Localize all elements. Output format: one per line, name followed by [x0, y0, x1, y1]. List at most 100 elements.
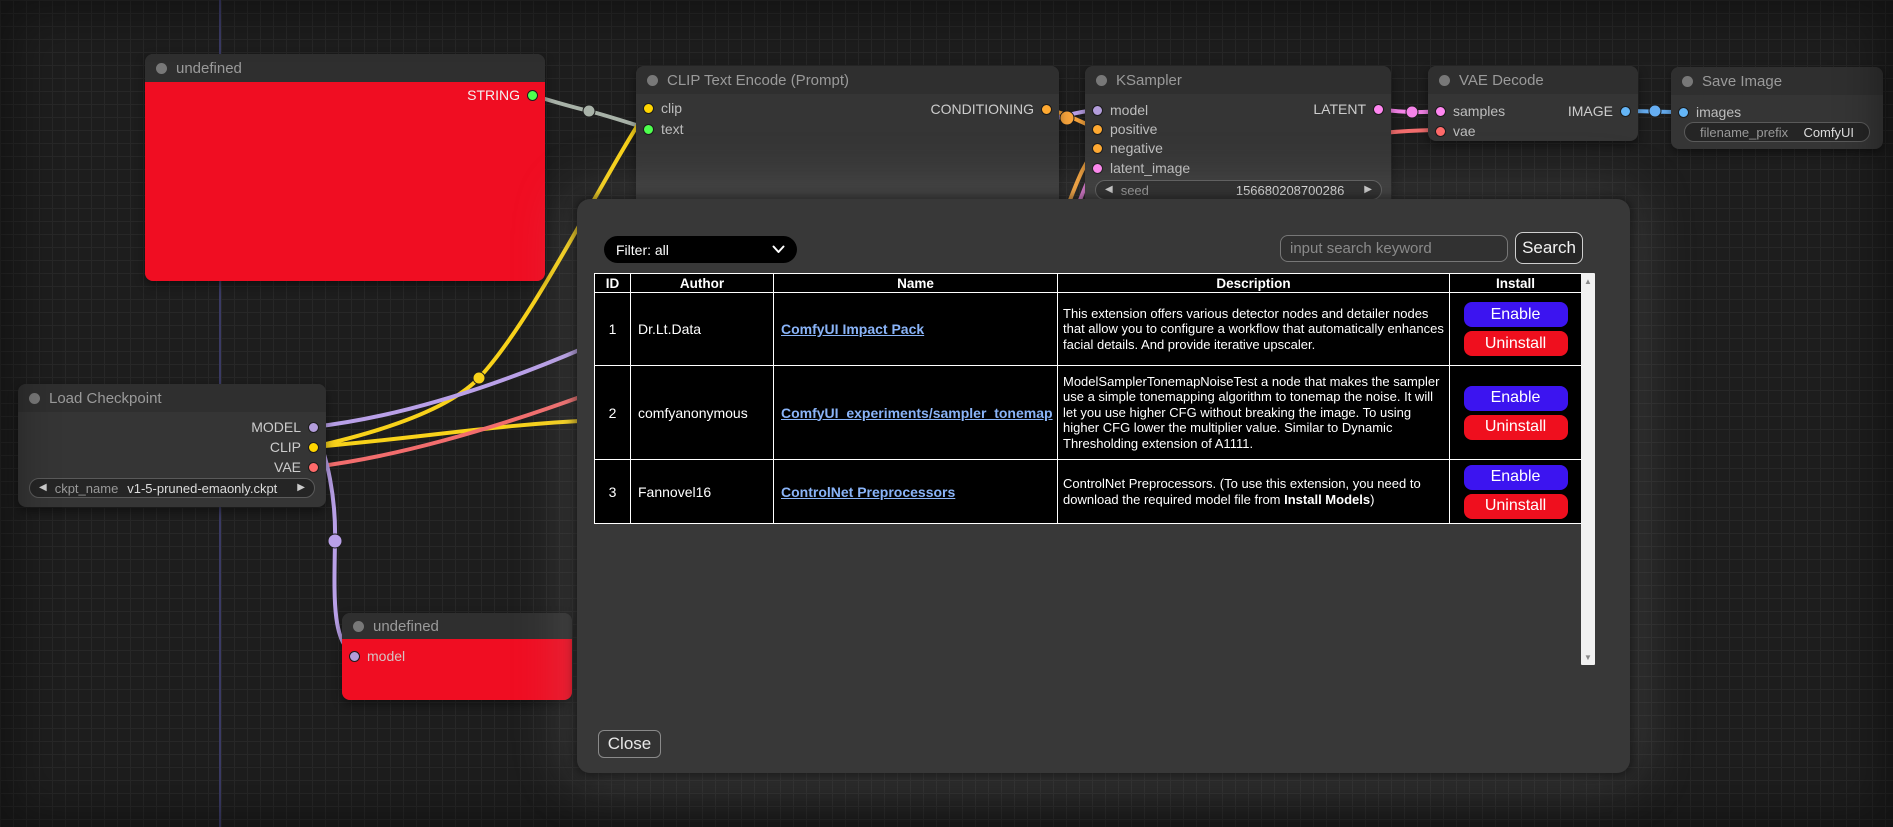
search-button[interactable]: Search — [1515, 232, 1583, 264]
slot-dot-model[interactable] — [349, 651, 360, 662]
header-name: Name — [774, 274, 1058, 293]
input-slot-images[interactable]: images — [1678, 103, 1741, 121]
node-collapse-dot[interactable] — [1096, 75, 1107, 86]
table-row: 3 Fannovel16 ControlNet Preprocessors Co… — [595, 460, 1582, 524]
output-slot-model[interactable]: MODEL — [251, 418, 319, 436]
slot-dot-vae-out[interactable] — [308, 462, 319, 473]
cell-description: ModelSamplerTonemapNoiseTest a node that… — [1058, 366, 1450, 460]
input-slot-latent-image[interactable]: latent_image — [1092, 159, 1190, 177]
extension-link[interactable]: ComfyUI Impact Pack — [781, 321, 924, 337]
node-collapse-dot[interactable] — [156, 63, 167, 74]
reroute-dot-image — [1649, 105, 1661, 117]
extension-link[interactable]: ControlNet Preprocessors — [781, 484, 955, 500]
reroute-dot-string — [583, 105, 595, 117]
node-collapse-dot[interactable] — [647, 75, 658, 86]
scroll-down-icon[interactable]: ▼ — [1581, 650, 1595, 664]
node-load-checkpoint[interactable]: Load Checkpoint MODEL CLIP VAE ◀ ckpt_na… — [18, 384, 326, 507]
node-undefined-top[interactable]: undefined STRING — [145, 54, 545, 281]
node-title: CLIP Text Encode (Prompt) — [667, 72, 849, 89]
widget-value[interactable]: ComfyUI — [1803, 125, 1854, 140]
slot-dot-latent-image[interactable] — [1092, 163, 1103, 174]
node-title: Load Checkpoint — [49, 390, 162, 407]
node-collapse-dot[interactable] — [353, 621, 364, 632]
cell-description: This extension offers various detector n… — [1058, 293, 1450, 366]
slot-dot-conditioning[interactable] — [1041, 104, 1052, 115]
slot-dot-clip[interactable] — [643, 103, 654, 114]
ckpt-decrement-arrow[interactable]: ◀ — [39, 483, 47, 493]
slot-dot-vae[interactable] — [1435, 126, 1446, 137]
input-slot-samples[interactable]: samples — [1435, 102, 1505, 120]
output-slot-conditioning[interactable]: CONDITIONING — [931, 100, 1052, 118]
search-input[interactable] — [1280, 235, 1508, 262]
slot-dot-string[interactable] — [527, 90, 538, 101]
cell-author: Dr.Lt.Data — [631, 293, 774, 366]
seed-increment-arrow[interactable]: ▶ — [1364, 185, 1372, 195]
node-title-bar[interactable]: Load Checkpoint — [18, 384, 326, 412]
table-row: 1 Dr.Lt.Data ComfyUI Impact Pack This ex… — [595, 293, 1582, 366]
node-title-bar[interactable]: Save Image — [1671, 67, 1883, 95]
slot-dot-text[interactable] — [643, 124, 654, 135]
node-title-bar[interactable]: undefined — [145, 54, 545, 82]
uninstall-button[interactable]: Uninstall — [1464, 494, 1568, 519]
scroll-up-icon[interactable]: ▲ — [1581, 274, 1595, 288]
cell-author: comfyanonymous — [631, 366, 774, 460]
node-title-bar[interactable]: KSampler — [1085, 66, 1391, 94]
slot-dot-negative[interactable] — [1092, 143, 1103, 154]
output-slot-latent[interactable]: LATENT — [1313, 100, 1384, 118]
input-slot-text[interactable]: text — [643, 120, 684, 138]
reroute-dot-model — [328, 534, 342, 548]
input-slot-negative[interactable]: negative — [1092, 139, 1163, 157]
slot-dot-positive[interactable] — [1092, 124, 1103, 135]
node-title-bar[interactable]: VAE Decode — [1428, 66, 1638, 94]
node-save-image[interactable]: Save Image images filename_prefix ComfyU… — [1671, 67, 1883, 149]
slot-dot-image[interactable] — [1620, 106, 1631, 117]
enable-button[interactable]: Enable — [1464, 465, 1568, 490]
node-collapse-dot[interactable] — [29, 393, 40, 404]
input-slot-vae[interactable]: vae — [1435, 122, 1476, 140]
header-install: Install — [1450, 274, 1582, 293]
close-button[interactable]: Close — [598, 730, 661, 758]
input-slot-model[interactable]: model — [349, 647, 405, 665]
ckpt-name-widget[interactable]: ◀ ckpt_name v1-5-pruned-emaonly.ckpt ▶ — [29, 478, 315, 498]
enable-button[interactable]: Enable — [1464, 302, 1568, 327]
ckpt-increment-arrow[interactable]: ▶ — [297, 483, 305, 493]
header-id: ID — [595, 274, 631, 293]
slot-dot-images[interactable] — [1678, 107, 1689, 118]
input-slot-positive[interactable]: positive — [1092, 120, 1157, 138]
output-slot-clip[interactable]: CLIP — [270, 438, 319, 456]
slot-dot-model[interactable] — [1092, 105, 1103, 116]
widget-value[interactable]: v1-5-pruned-emaonly.ckpt — [127, 481, 277, 496]
uninstall-button[interactable]: Uninstall — [1464, 415, 1568, 440]
output-slot-vae[interactable]: VAE — [274, 458, 319, 476]
node-undefined-bottom[interactable]: undefined model — [342, 613, 572, 700]
node-collapse-dot[interactable] — [1439, 75, 1450, 86]
node-ksampler[interactable]: KSampler model positive negative latent_… — [1085, 66, 1391, 206]
input-slot-model[interactable]: model — [1092, 101, 1148, 119]
seed-decrement-arrow[interactable]: ◀ — [1105, 185, 1113, 195]
seed-widget[interactable]: ◀ seed 156680208700286 ▶ — [1095, 180, 1382, 200]
filter-select[interactable]: Filter: all — [604, 236, 797, 263]
slot-dot-samples[interactable] — [1435, 106, 1446, 117]
slot-dot-clip-out[interactable] — [308, 442, 319, 453]
extension-link[interactable]: ComfyUI_experiments/sampler_tonemap — [781, 405, 1053, 421]
table-scrollbar[interactable]: ▲ ▼ — [1581, 273, 1595, 665]
cell-id: 1 — [595, 293, 631, 366]
reroute-dot-conditioning — [1060, 111, 1074, 125]
node-error-body — [145, 82, 545, 281]
enable-button[interactable]: Enable — [1464, 386, 1568, 411]
filename-prefix-widget[interactable]: filename_prefix ComfyUI — [1684, 122, 1870, 142]
comfyui-canvas[interactable]: undefined STRING CLIP Text Encode (Promp… — [0, 0, 1893, 827]
node-collapse-dot[interactable] — [1682, 76, 1693, 87]
input-slot-clip[interactable]: clip — [643, 99, 682, 117]
slot-dot-latent[interactable] — [1373, 104, 1384, 115]
node-title-bar[interactable]: undefined — [342, 613, 572, 639]
output-slot-image[interactable]: IMAGE — [1568, 102, 1631, 120]
slot-dot-model-out[interactable] — [308, 422, 319, 433]
node-vae-decode[interactable]: VAE Decode samples vae IMAGE — [1428, 66, 1638, 141]
seed-widget-value[interactable]: 156680208700286 — [1236, 183, 1344, 198]
node-title-bar[interactable]: CLIP Text Encode (Prompt) — [636, 66, 1059, 94]
cell-id: 3 — [595, 460, 631, 524]
uninstall-button[interactable]: Uninstall — [1464, 331, 1568, 356]
reroute-dot-latent — [1406, 106, 1418, 118]
output-slot-string[interactable]: STRING — [467, 86, 538, 104]
